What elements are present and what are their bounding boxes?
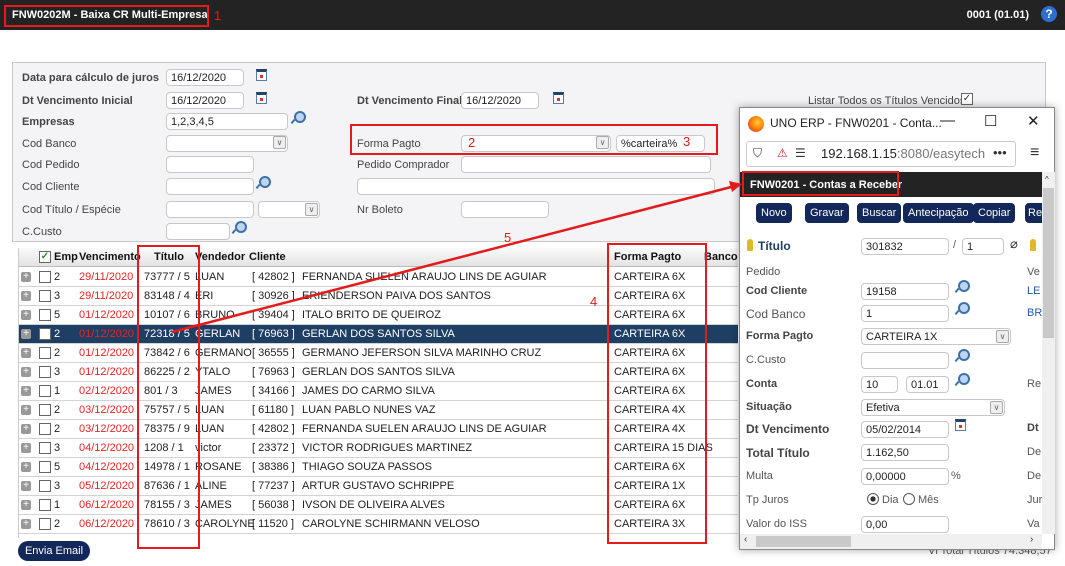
annotation-arrow	[171, 181, 742, 334]
